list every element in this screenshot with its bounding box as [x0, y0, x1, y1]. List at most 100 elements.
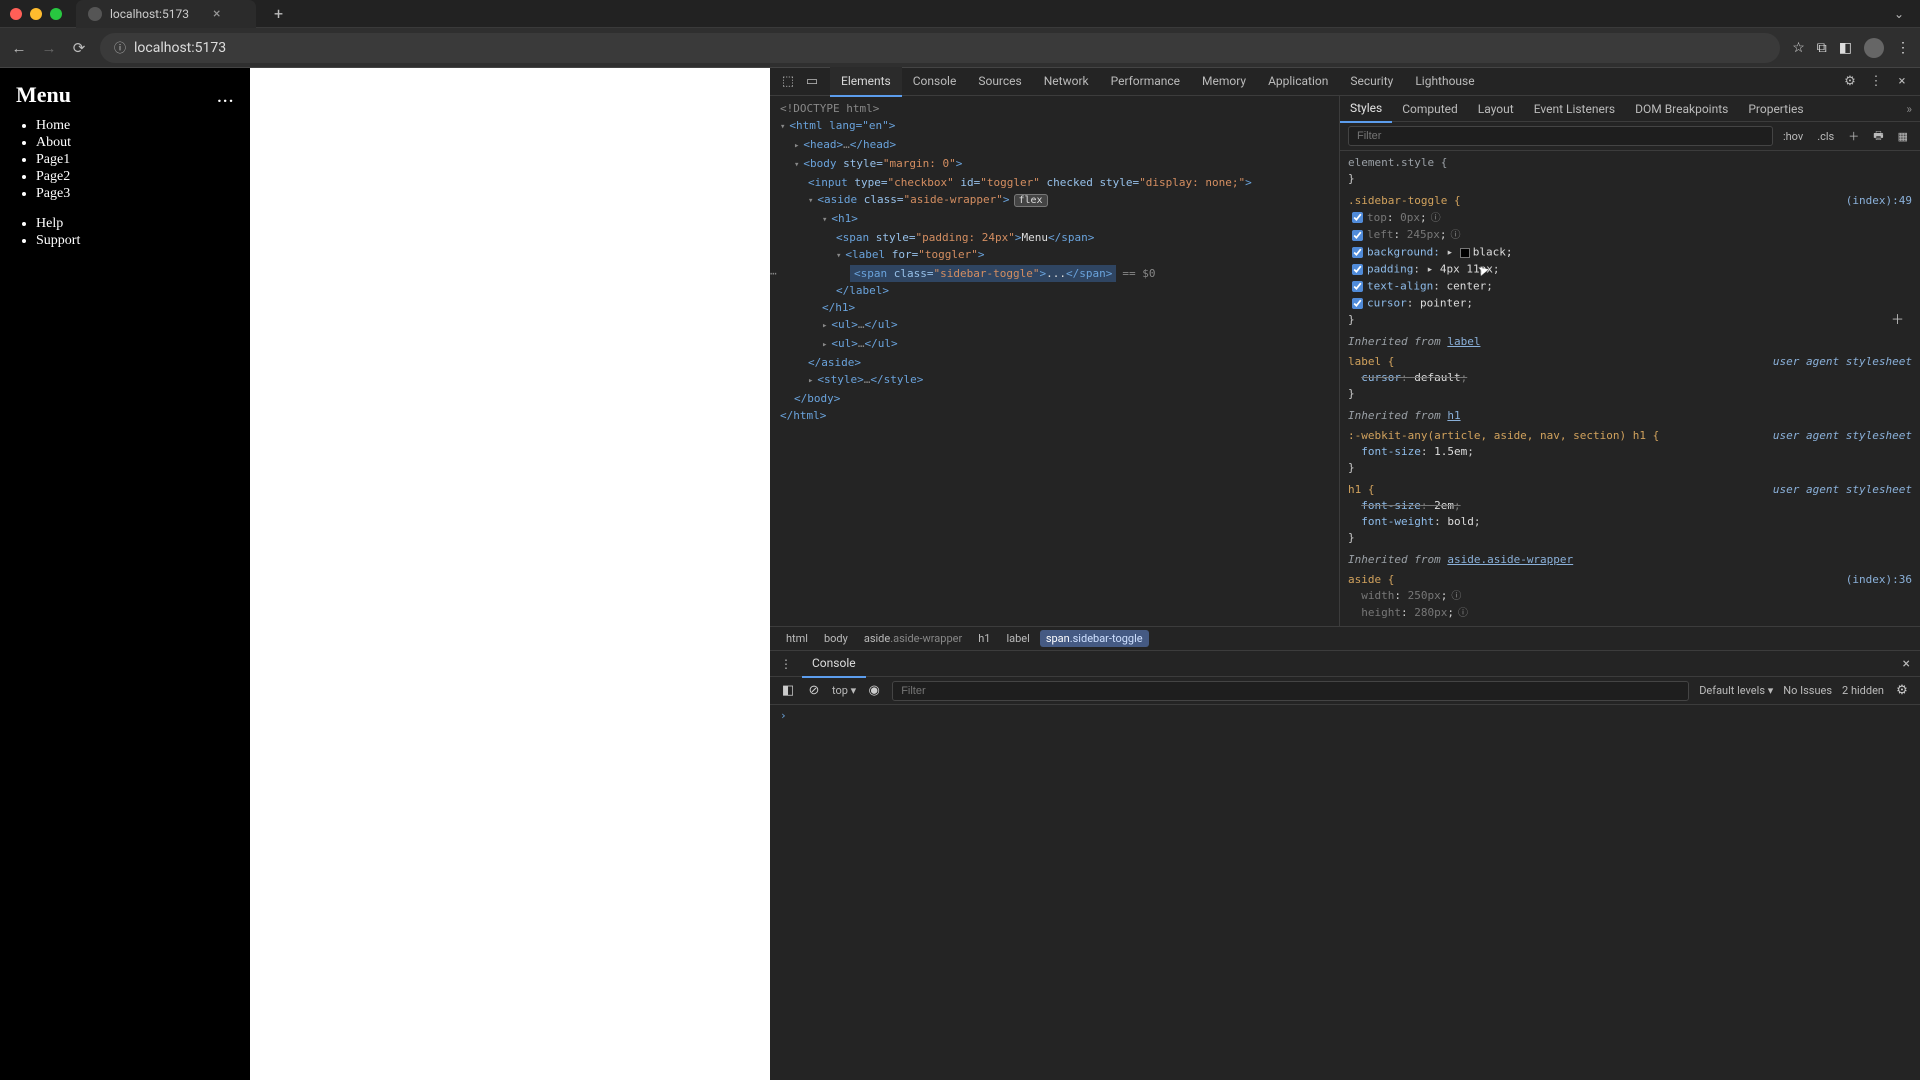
console-prompt[interactable]	[780, 709, 1910, 722]
dom-node[interactable]: <!DOCTYPE html>	[780, 100, 1339, 117]
device-toggle-icon[interactable]: ▭	[804, 74, 820, 89]
styles-tab-styles[interactable]: Styles	[1340, 96, 1392, 123]
rule-selector[interactable]: element.style {	[1348, 156, 1447, 169]
new-tab-button[interactable]: +	[264, 4, 293, 23]
dom-node[interactable]: </label>	[780, 282, 1339, 299]
inherited-link[interactable]: label	[1447, 335, 1480, 348]
back-button[interactable]: ←	[10, 39, 28, 57]
elements-tree[interactable]: <!DOCTYPE html> <html lang="en"> <head>……	[770, 96, 1340, 626]
rule-selector[interactable]: h1 {	[1348, 483, 1375, 496]
rule-selector[interactable]: .sidebar-toggle {	[1348, 194, 1461, 207]
inspect-icon[interactable]: ⬚	[780, 74, 796, 89]
extensions-icon[interactable]: ⧉	[1817, 40, 1827, 56]
cls-toggle[interactable]: .cls	[1813, 130, 1838, 143]
sidebar-toggle-button[interactable]: ...	[217, 83, 234, 108]
new-rule-icon[interactable]: ＋	[1844, 128, 1863, 144]
crumb[interactable]: aside.aside-wrapper	[858, 630, 968, 647]
rule-checkbox[interactable]	[1352, 247, 1363, 258]
profile-avatar[interactable]	[1864, 38, 1884, 58]
rule-selector[interactable]: :-webkit-any(article, aside, nav, sectio…	[1348, 429, 1659, 442]
dom-node[interactable]: </html>	[780, 407, 1339, 424]
nav-item[interactable]: Home	[36, 118, 234, 134]
tab-performance[interactable]: Performance	[1100, 67, 1191, 97]
log-levels-selector[interactable]: Default levels ▾	[1699, 684, 1773, 697]
crumb[interactable]: html	[780, 630, 814, 647]
live-expression-icon[interactable]: ◉	[866, 683, 882, 698]
info-icon[interactable]: ⓘ	[1431, 213, 1441, 224]
tabs-dropdown-icon[interactable]: ⌄	[1888, 7, 1910, 21]
rule-selector[interactable]: aside {	[1348, 573, 1394, 586]
hidden-badge[interactable]: 2 hidden	[1842, 684, 1884, 697]
clear-console-icon[interactable]: ⊘	[806, 683, 822, 698]
crumb[interactable]: h1	[972, 630, 996, 647]
styles-tab-dom-bp[interactable]: DOM Breakpoints	[1625, 96, 1738, 122]
nav-item[interactable]: Page1	[36, 152, 234, 168]
tab-network[interactable]: Network	[1033, 67, 1100, 97]
rule-selector[interactable]: label {	[1348, 355, 1394, 368]
rule-checkbox[interactable]	[1352, 281, 1363, 292]
print-icon[interactable]: 🖶	[1869, 127, 1887, 146]
console-body[interactable]	[770, 705, 1920, 1080]
add-property-icon[interactable]: ＋	[1891, 313, 1904, 329]
info-icon[interactable]: ⓘ	[1451, 230, 1461, 241]
dom-node[interactable]: <head>	[803, 138, 843, 151]
bookmark-icon[interactable]: ☆	[1792, 40, 1805, 56]
context-selector[interactable]: top ▾	[832, 684, 856, 697]
dom-node[interactable]: <html lang="en">	[789, 119, 895, 132]
settings-icon[interactable]: ⚙	[1842, 74, 1858, 89]
rule-source-link[interactable]: (index):49	[1846, 193, 1912, 209]
site-info-icon[interactable]: ⓘ	[114, 39, 126, 56]
issues-badge[interactable]: No Issues	[1783, 684, 1832, 697]
crumb-active[interactable]: span.sidebar-toggle	[1040, 630, 1149, 647]
rule-source-link[interactable]: (index):36	[1846, 572, 1912, 588]
browser-tab[interactable]: localhost:5173 ×	[76, 0, 256, 28]
inherited-link[interactable]: h1	[1447, 409, 1460, 422]
drawer-close-icon[interactable]: ×	[1893, 656, 1920, 672]
rule-checkbox[interactable]	[1352, 298, 1363, 309]
dom-node[interactable]: </body>	[780, 390, 1339, 407]
tab-security[interactable]: Security	[1339, 67, 1404, 97]
hov-toggle[interactable]: :hov	[1779, 130, 1807, 143]
console-filter-input[interactable]	[892, 681, 1689, 701]
dom-node[interactable]: </aside>	[780, 354, 1339, 371]
tab-memory[interactable]: Memory	[1191, 67, 1257, 97]
tab-lighthouse[interactable]: Lighthouse	[1404, 67, 1485, 97]
tab-application[interactable]: Application	[1257, 67, 1339, 97]
dom-node[interactable]: </h1>	[780, 299, 1339, 316]
drawer-tab-console[interactable]: Console	[802, 650, 866, 678]
menu-icon[interactable]: ⋮	[1896, 40, 1910, 56]
nav-item[interactable]: Page2	[36, 169, 234, 185]
address-bar[interactable]: ⓘ localhost:5173	[100, 33, 1780, 63]
nav-item[interactable]: Help	[36, 216, 234, 232]
styles-rules[interactable]: element.style {} (index):49 .sidebar-tog…	[1340, 151, 1920, 626]
reload-button[interactable]: ⟳	[70, 39, 88, 57]
console-settings-icon[interactable]: ⚙	[1894, 683, 1910, 698]
rule-checkbox[interactable]	[1352, 264, 1363, 275]
crumb[interactable]: label	[1000, 630, 1035, 647]
kebab-icon[interactable]: ⋮	[1868, 74, 1884, 89]
computed-toggle-icon[interactable]: ▦	[1894, 130, 1912, 143]
nav-item[interactable]: Page3	[36, 186, 234, 202]
nav-item[interactable]: About	[36, 135, 234, 151]
styles-tab-layout[interactable]: Layout	[1468, 96, 1524, 122]
tab-sources[interactable]: Sources	[967, 67, 1032, 97]
tab-elements[interactable]: Elements	[830, 67, 902, 97]
tab-console[interactable]: Console	[902, 67, 968, 97]
forward-button[interactable]: →	[40, 39, 58, 57]
styles-more-icon[interactable]: »	[1898, 102, 1920, 116]
sidepanel-icon[interactable]: ◧	[1839, 40, 1852, 56]
nav-item[interactable]: Support	[36, 233, 234, 249]
styles-tab-computed[interactable]: Computed	[1392, 96, 1468, 122]
drawer-kebab-icon[interactable]: ⋮	[770, 657, 802, 671]
dom-selected-node[interactable]: ⋯<span class="sidebar-toggle">...</span>…	[780, 265, 1339, 282]
close-window-icon[interactable]	[10, 8, 22, 20]
styles-filter-input[interactable]	[1348, 126, 1773, 146]
styles-tab-listeners[interactable]: Event Listeners	[1524, 96, 1625, 122]
color-swatch-icon[interactable]	[1460, 248, 1470, 258]
crumb[interactable]: body	[818, 630, 854, 647]
inherited-link[interactable]: aside.aside-wrapper	[1447, 553, 1573, 566]
console-sidebar-icon[interactable]: ◧	[780, 683, 796, 698]
dom-node[interactable]: <h1>	[831, 212, 858, 225]
styles-tab-properties[interactable]: Properties	[1738, 96, 1813, 122]
rule-checkbox[interactable]	[1352, 230, 1363, 241]
